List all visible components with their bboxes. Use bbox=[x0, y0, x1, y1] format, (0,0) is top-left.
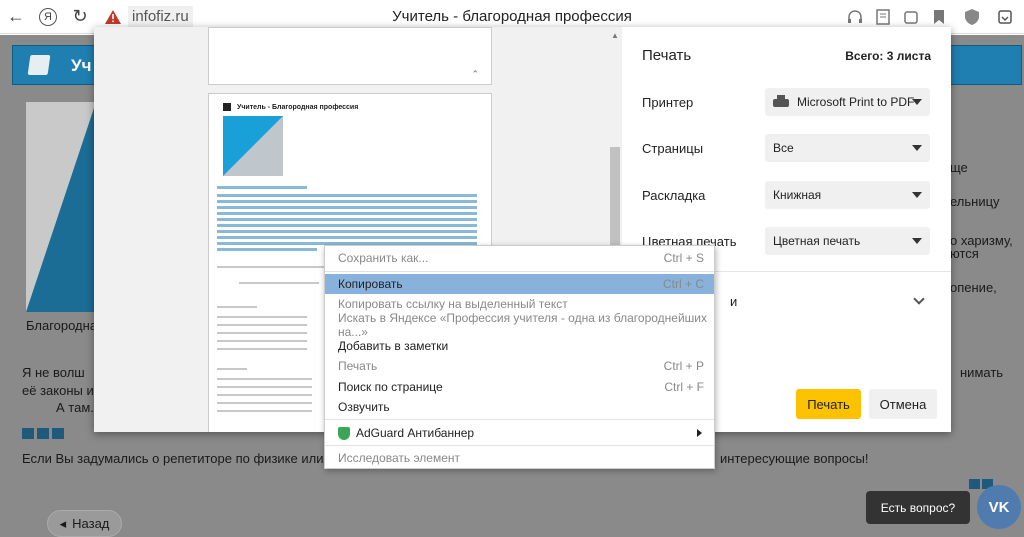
layout-label: Раскладка bbox=[642, 188, 706, 203]
preview-title: Учитель - Благородная профессия bbox=[237, 104, 359, 111]
print-button[interactable]: Печать bbox=[796, 389, 861, 419]
image-caption: Благородная bbox=[26, 318, 105, 333]
menu-item-print[interactable]: Печать Ctrl + P bbox=[325, 356, 714, 376]
printer-icon bbox=[773, 95, 789, 109]
menu-item-save-as[interactable]: Сохранить как... Ctrl + S bbox=[325, 248, 714, 268]
warning-icon[interactable] bbox=[102, 6, 124, 28]
reload-icon[interactable]: ↻ bbox=[64, 0, 96, 34]
body-text-fragment: Я не волш bbox=[22, 365, 85, 380]
menu-item-inspect[interactable]: Исследовать элемент bbox=[325, 448, 714, 468]
share-badges[interactable] bbox=[22, 428, 64, 439]
vk-chat-button[interactable]: VK bbox=[977, 485, 1021, 529]
preview-page: ⌃ bbox=[208, 27, 492, 85]
protect-shield-icon[interactable] bbox=[958, 8, 986, 26]
back-arrow-icon[interactable]: ← bbox=[0, 0, 32, 34]
site-header-title: Уч bbox=[71, 56, 92, 75]
menu-item-search-yandex[interactable]: Искать в Яндексе «Профессия учителя - од… bbox=[325, 311, 714, 339]
menu-item-find[interactable]: Поиск по странице Ctrl + F bbox=[325, 377, 714, 397]
chevron-left-icon: ◂ bbox=[59, 515, 67, 531]
body-text-fragment: нимать bbox=[960, 365, 1004, 380]
dropdown-arrow-icon bbox=[912, 238, 922, 244]
submenu-arrow-icon bbox=[697, 429, 702, 437]
yandex-icon: Я bbox=[39, 7, 57, 26]
book-icon bbox=[27, 55, 51, 75]
dropdown-arrow-icon bbox=[912, 99, 922, 105]
body-text-fragment: ельницу bbox=[950, 194, 1000, 209]
layout-select[interactable]: Книжная bbox=[765, 181, 930, 209]
book-icon bbox=[223, 103, 231, 111]
layout-value: Книжная bbox=[773, 188, 822, 202]
pages-value: Все bbox=[773, 141, 794, 155]
sheet-count: Всего: 3 листа bbox=[845, 49, 931, 63]
back-button[interactable]: ◂ Назад bbox=[47, 510, 122, 537]
question-tooltip[interactable]: Есть вопрос? bbox=[866, 491, 970, 524]
menu-item-adguard[interactable]: AdGuard Антибаннер bbox=[325, 423, 714, 443]
color-value: Цветная печать bbox=[773, 234, 861, 248]
back-button-label: Назад bbox=[72, 516, 110, 531]
preview-image bbox=[223, 116, 283, 176]
print-title: Печать bbox=[642, 47, 692, 64]
body-text-fragment: Если Вы задумались о репетиторе по физик… bbox=[22, 451, 353, 466]
body-text-fragment: интересующие вопросы! bbox=[720, 451, 869, 466]
body-text-fragment: ще bbox=[950, 160, 968, 175]
printer-label: Принтер bbox=[642, 95, 694, 110]
body-text-fragment: опение, bbox=[950, 280, 997, 295]
context-menu: Сохранить как... Ctrl + S Копировать Ctr… bbox=[324, 245, 715, 469]
body-text-fragment: ются bbox=[950, 246, 979, 261]
more-settings-label[interactable]: и bbox=[730, 294, 737, 309]
reader-mode-icon[interactable] bbox=[874, 8, 892, 26]
article-image bbox=[26, 102, 96, 312]
body-text-fragment: её законы и п bbox=[22, 383, 105, 398]
yandex-button[interactable]: Я bbox=[32, 0, 64, 34]
adguard-shield-icon bbox=[338, 426, 350, 440]
menu-item-add-note[interactable]: Добавить в заметки bbox=[325, 336, 714, 356]
pages-select[interactable]: Все bbox=[765, 134, 930, 162]
menu-item-speak[interactable]: Озвучить bbox=[325, 397, 714, 417]
menu-item-copy[interactable]: Копировать Ctrl + C bbox=[325, 274, 714, 294]
address-bar-domain[interactable]: infofiz.ru bbox=[128, 6, 193, 27]
bookmark-icon[interactable] bbox=[930, 8, 948, 26]
cancel-button[interactable]: Отмена bbox=[869, 389, 937, 419]
dropdown-arrow-icon bbox=[912, 192, 922, 198]
color-select[interactable]: Цветная печать bbox=[765, 227, 930, 255]
printer-value: Microsoft Print to PDF bbox=[797, 95, 915, 109]
headphones-icon[interactable] bbox=[846, 8, 864, 26]
printer-select[interactable]: Microsoft Print to PDF bbox=[765, 88, 930, 116]
pages-label: Страницы bbox=[642, 141, 704, 156]
dropdown-arrow-icon bbox=[912, 145, 922, 151]
downloads-icon[interactable] bbox=[996, 8, 1014, 26]
chevron-down-icon[interactable] bbox=[913, 293, 925, 305]
tab-count-icon[interactable] bbox=[902, 8, 920, 26]
